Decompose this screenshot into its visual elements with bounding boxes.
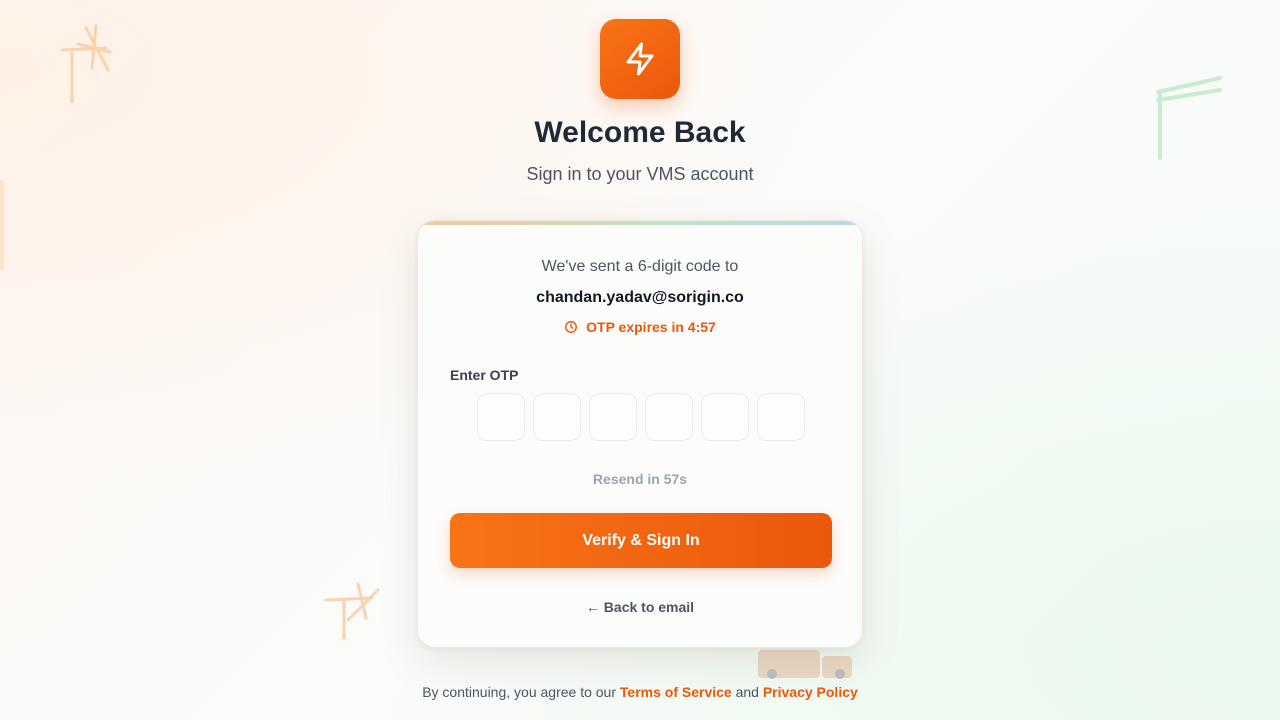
lightning-bolt-icon: [626, 42, 654, 76]
page-title: Welcome Back: [534, 116, 746, 149]
otp-digit-2[interactable]: [533, 393, 581, 441]
decorative-edge-bar-left: [0, 180, 4, 270]
decorative-crane-top-left: [60, 24, 112, 104]
decorative-crane-bottom-left: [324, 582, 380, 640]
resend-countdown: Resend in 57s: [592, 471, 688, 487]
decorative-truck: [758, 650, 852, 679]
otp-expiry: OTP expires in 4:57: [418, 319, 862, 335]
otp-digit-6[interactable]: [757, 393, 805, 441]
privacy-policy-link[interactable]: Privacy Policy: [763, 684, 858, 700]
back-to-email-link[interactable]: ← Back to email: [418, 599, 862, 615]
card-gradient-bar: [418, 221, 862, 225]
otp-input-group: [477, 393, 805, 441]
otp-digit-5[interactable]: [701, 393, 749, 441]
otp-label: Enter OTP: [450, 367, 519, 383]
otp-digit-4[interactable]: [645, 393, 693, 441]
otp-expiry-text: OTP expires in 4:57: [586, 319, 716, 335]
otp-digit-1[interactable]: [477, 393, 525, 441]
footer-conjunction: and: [735, 684, 759, 700]
app-logo: [600, 19, 680, 99]
terms-of-service-link[interactable]: Terms of Service: [620, 684, 732, 700]
clock-icon: [565, 321, 578, 333]
otp-digit-3[interactable]: [589, 393, 637, 441]
otp-card: We've sent a 6-digit code to chandan.yad…: [417, 220, 863, 648]
legal-footer: By continuing, you agree to our Terms of…: [0, 684, 1280, 700]
recipient-email: chandan.yadav@sorigin.co: [536, 289, 744, 306]
verify-sign-in-button[interactable]: Verify & Sign In: [450, 513, 832, 568]
footer-prefix: By continuing, you agree to our: [422, 684, 616, 700]
code-sent-message: We've sent a 6-digit code to: [541, 258, 739, 275]
page-subtitle: Sign in to your VMS account: [526, 164, 754, 184]
